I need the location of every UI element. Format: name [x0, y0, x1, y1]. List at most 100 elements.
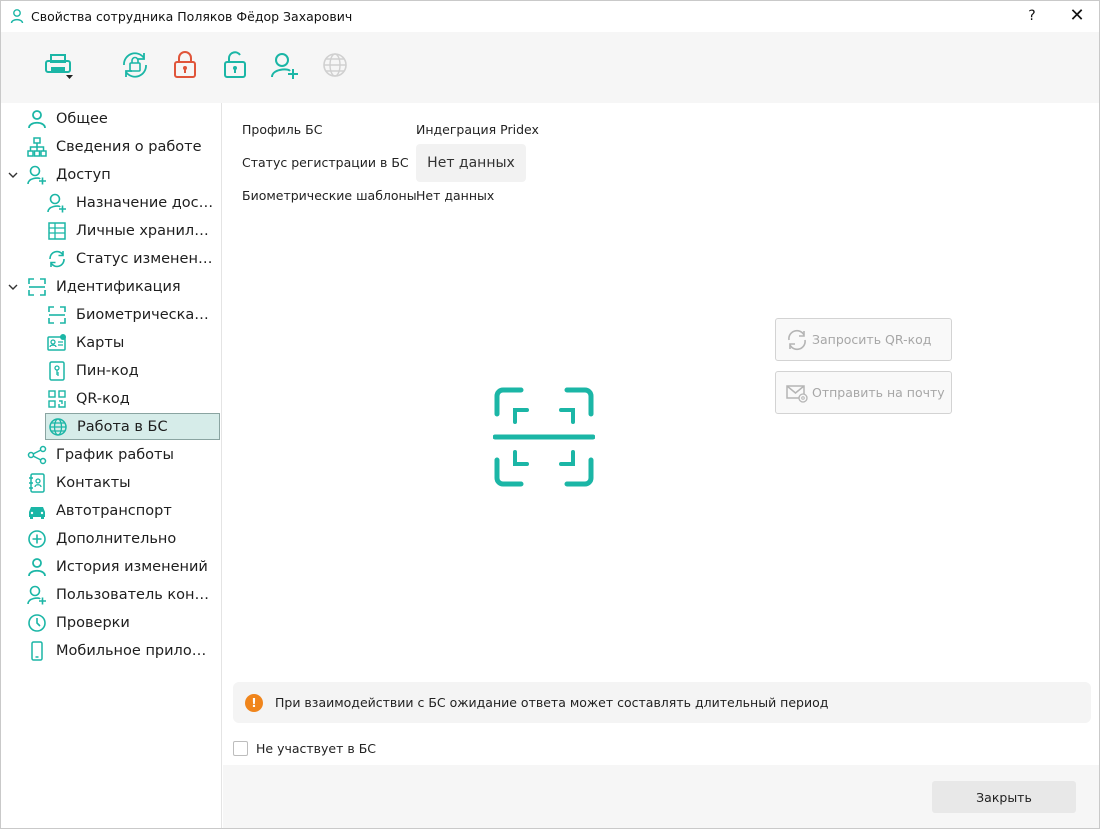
org-chart-icon	[26, 136, 48, 158]
lock-closed-icon	[174, 51, 196, 78]
sidebar-item-label: Контакты	[56, 475, 131, 491]
sidebar-item-work-info[interactable]: Сведения о работе	[26, 135, 202, 159]
sidebar-item-label: QR-код	[76, 391, 130, 407]
sidebar-item-label: Карты	[76, 335, 125, 351]
phone-icon	[26, 640, 48, 662]
sidebar-item-label: Пользователь контроллера	[56, 587, 216, 603]
scan-frame-icon	[26, 276, 48, 298]
sidebar-item-mobile-app[interactable]: Мобильное приложение	[26, 639, 216, 663]
sidebar-item-label: Сведения о работе	[56, 139, 202, 155]
scan-frame-icon	[46, 304, 68, 326]
card-icon	[46, 332, 68, 354]
sidebar-item-label: Автотранспорт	[56, 503, 172, 519]
not-participating-label: Не участвует в БС	[256, 740, 377, 756]
collapse-identification-chevron[interactable]	[6, 280, 20, 294]
sidebar-item-change-status[interactable]: Статус изменений	[46, 247, 216, 271]
sidebar-item-qr[interactable]: QR-код	[46, 387, 130, 411]
person-add-icon	[26, 584, 48, 606]
registration-status-label: Статус регистрации в БС	[242, 155, 409, 170]
globe-icon	[323, 53, 347, 77]
biometric-templates-label: Биометрические шаблоны	[242, 188, 417, 203]
sidebar-item-additional[interactable]: Дополнительно	[26, 527, 176, 551]
person-icon	[26, 108, 48, 130]
plus-circle-icon	[26, 528, 48, 550]
sidebar-item-contacts[interactable]: Контакты	[26, 471, 131, 495]
pin-icon	[46, 360, 68, 382]
sidebar-item-label: Проверки	[56, 615, 130, 631]
qr-scan-frame-icon	[493, 387, 595, 487]
profile-value: Индеграция Pridex	[416, 122, 539, 137]
person-key-icon	[26, 164, 48, 186]
sidebar-item-history[interactable]: История изменений	[26, 555, 208, 579]
share-icon	[26, 444, 48, 466]
globe-button[interactable]	[318, 48, 352, 82]
collapse-access-chevron[interactable]	[6, 168, 20, 182]
lock-open-icon	[224, 51, 246, 78]
sidebar-item-access[interactable]: Доступ	[26, 163, 111, 187]
window-title: Свойства сотрудника Поляков Фёдор Захаро…	[31, 9, 353, 24]
user-icon	[10, 9, 24, 24]
sidebar-item-personal-storage[interactable]: Личные хранилища	[46, 219, 216, 243]
sidebar-item-bs-work[interactable]: Работа в БС	[45, 413, 220, 440]
person-add-icon	[46, 192, 68, 214]
send-email-button[interactable]: Отправить на почту	[775, 371, 952, 414]
qr-icon	[46, 388, 68, 410]
grid-icon	[46, 220, 68, 242]
sidebar-item-schedule[interactable]: График работы	[26, 443, 174, 467]
sidebar-item-pin[interactable]: Пин-код	[46, 359, 139, 383]
request-qr-button[interactable]: Запросить QR-код	[775, 318, 952, 361]
car-icon	[26, 500, 48, 522]
clock-icon	[26, 612, 48, 634]
sidebar-item-label: Статус изменений	[76, 251, 216, 267]
request-qr-label: Запросить QR-код	[812, 332, 932, 347]
sidebar-item-general[interactable]: Общее	[26, 107, 108, 131]
unlock-button[interactable]	[218, 48, 252, 82]
refresh-icon	[46, 248, 68, 270]
sidebar-item-label: Работа в БС	[77, 418, 168, 435]
sidebar-item-vehicles[interactable]: Автотранспорт	[26, 499, 172, 523]
toolbar	[1, 32, 1099, 103]
notice-text: При взаимодействии с БС ожидание ответа …	[275, 695, 829, 710]
sidebar-item-controller-user[interactable]: Пользователь контроллера	[26, 583, 216, 607]
title-bar: Свойства сотрудника Поляков Фёдор Захаро…	[1, 1, 1099, 32]
profile-label: Профиль БС	[242, 122, 323, 137]
close-window-button[interactable]: ✕	[1065, 5, 1089, 29]
sidebar-item-biometric[interactable]: Биометрическая идентификация	[46, 303, 216, 327]
biometric-templates-value: Нет данных	[416, 188, 495, 203]
printer-dropdown-icon	[45, 54, 73, 79]
sync-lock-button[interactable]	[118, 48, 152, 82]
assign-user-button[interactable]	[268, 48, 302, 82]
bs-work-panel: Профиль БС Индеграция Pridex Статус реги…	[223, 103, 1099, 765]
sidebar-item-label: Биометрическая идентификация	[76, 307, 216, 323]
sidebar-item-label: Доступ	[56, 167, 111, 183]
sidebar-item-checks[interactable]: Проверки	[26, 611, 130, 635]
mail-icon	[786, 384, 808, 403]
sidebar-item-label: Личные хранилища	[76, 223, 216, 239]
user-add-icon	[271, 53, 298, 79]
sidebar-item-label: История изменений	[56, 559, 208, 575]
sidebar-item-label: Дополнительно	[56, 531, 177, 547]
lock-button[interactable]	[168, 48, 202, 82]
print-button[interactable]	[41, 48, 75, 82]
wait-notice: ! При взаимодействии с БС ожидание ответ…	[233, 682, 1091, 723]
sidebar-item-label: График работы	[56, 447, 174, 463]
sidebar-item-label: Мобильное приложение	[56, 643, 216, 659]
sidebar-item-cards[interactable]: Карты	[46, 331, 124, 355]
refresh-icon	[788, 329, 806, 350]
not-participating-row[interactable]: Не участвует в БС	[233, 739, 376, 757]
not-participating-checkbox[interactable]	[233, 740, 248, 756]
sidebar-item-label: Общее	[56, 111, 108, 127]
sidebar-tree: Общее Сведения о работе Доступ Назначени…	[1, 103, 222, 828]
registration-status-value: Нет данных	[416, 144, 526, 182]
sidebar-item-access-assignment[interactable]: Назначение доступа	[46, 191, 216, 215]
contacts-icon	[26, 472, 48, 494]
sidebar-item-identification[interactable]: Идентификация	[26, 275, 181, 299]
help-button[interactable]: ?	[1022, 6, 1042, 26]
sync-lock-icon	[123, 52, 147, 78]
sidebar-item-label: Назначение доступа	[76, 195, 216, 211]
send-email-label: Отправить на почту	[812, 385, 945, 400]
properties-window: Свойства сотрудника Поляков Фёдор Захаро…	[0, 0, 1100, 829]
sidebar-item-label: Пин-код	[76, 363, 139, 379]
close-button[interactable]: Закрыть	[932, 781, 1076, 813]
dialog-footer: Закрыть	[223, 765, 1099, 828]
